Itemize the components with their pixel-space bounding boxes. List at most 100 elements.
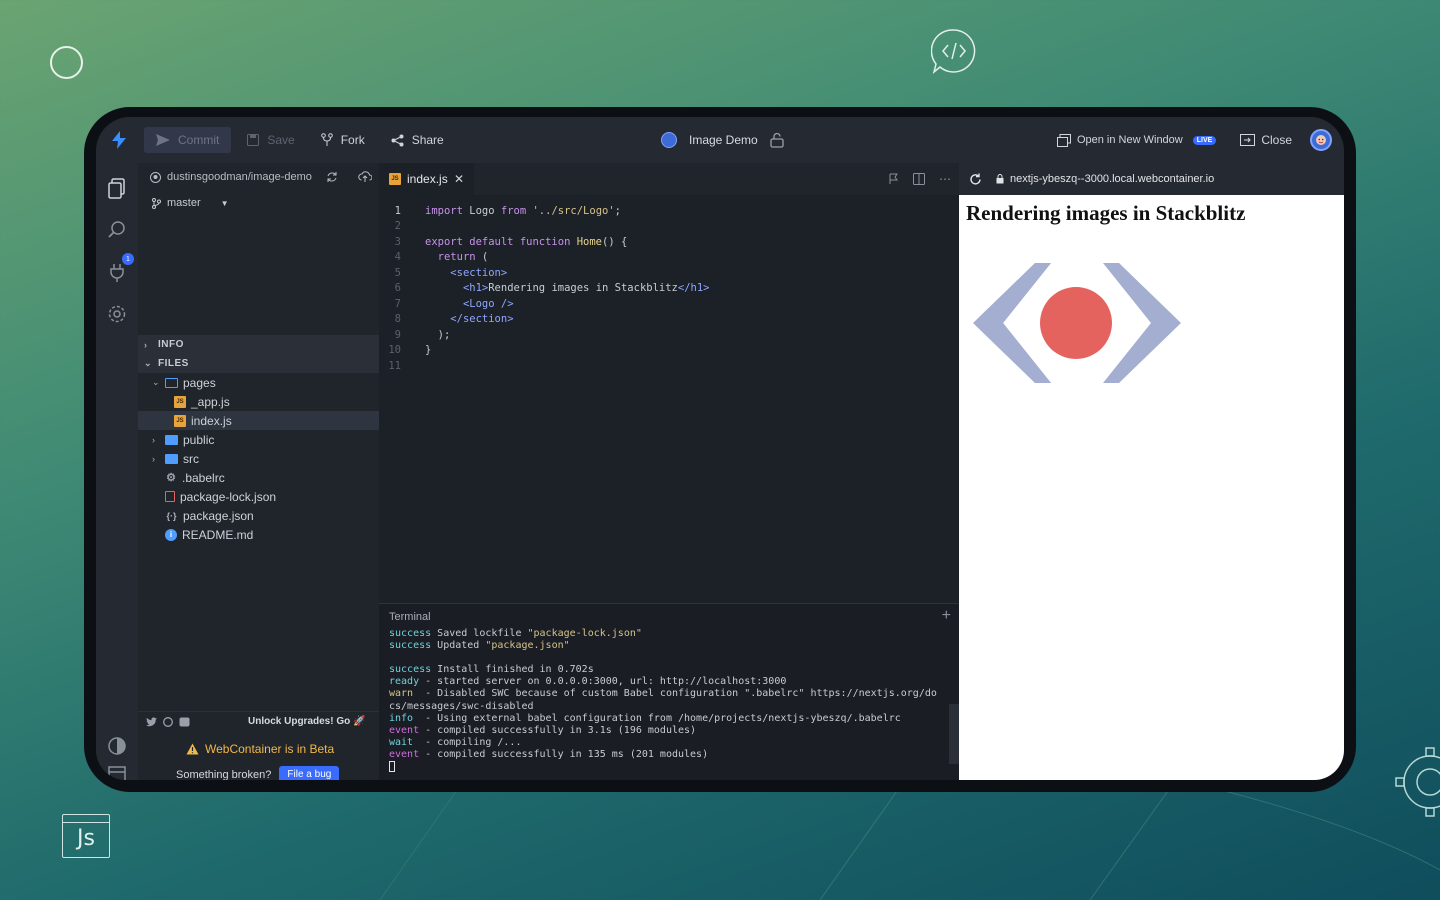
lock-icon (996, 174, 1004, 184)
gear-file-icon: ⚙ (165, 472, 177, 484)
files-icon[interactable] (106, 177, 128, 199)
twitter-icon[interactable] (146, 717, 157, 727)
code-line[interactable]: 1import Logo from '../src/Logo'; (379, 203, 959, 219)
git-diff-icon[interactable] (889, 173, 899, 185)
repo-name: dustinsgoodman/image-demo (167, 171, 312, 183)
open-new-window-button[interactable]: Open in New Window LIVE (1057, 134, 1216, 147)
top-toolbar: Commit Save Fork Share Image Demo Open i… (96, 117, 1344, 163)
code-line[interactable]: 4 return ( (379, 250, 959, 266)
chevron-down-icon: ▼ (221, 199, 229, 208)
line-number: 1 (379, 205, 425, 217)
activity-bar: 1 (96, 163, 138, 780)
chevron-down-icon: ⌄ (152, 377, 160, 388)
info-section-header[interactable]: › INFO (138, 335, 379, 354)
terminal-prompt[interactable] (389, 761, 937, 774)
tree-item-label: public (183, 433, 214, 447)
code-line[interactable]: 7 <Logo /> (379, 296, 959, 312)
close-tab-icon[interactable]: ✕ (454, 172, 464, 186)
save-label: Save (267, 133, 294, 147)
sync-icon[interactable] (326, 171, 338, 183)
tree-file-babelrc[interactable]: ⚙ .babelrc (138, 468, 379, 487)
terminal-token: Install finished in 0.702s (431, 664, 594, 675)
code-token: <h1> (463, 282, 488, 294)
project-avatar-icon (661, 132, 677, 148)
code-token: } (425, 344, 431, 356)
tree-folder-public[interactable]: › public (138, 430, 379, 449)
file-bug-button[interactable]: File a bug (279, 766, 339, 780)
code-line[interactable]: 10} (379, 343, 959, 359)
terminal-token: info (389, 713, 413, 724)
terminal-panel[interactable]: Terminal + success Saved lockfile "packa… (379, 603, 959, 780)
tree-folder-src[interactable]: › src (138, 449, 379, 468)
extensions-badge: 1 (122, 253, 134, 265)
share-button[interactable]: Share (381, 127, 454, 153)
terminal-line: success Saved lockfile "package-lock.jso… (389, 628, 937, 640)
code-lines[interactable]: 1import Logo from '../src/Logo';2 3export… (379, 203, 959, 374)
split-editor-icon[interactable] (913, 173, 925, 185)
code-token: import (425, 205, 469, 217)
unlock-icon[interactable] (770, 132, 784, 148)
line-number: 7 (379, 298, 425, 310)
tree-file-app-js[interactable]: JS _app.js (138, 392, 379, 411)
line-number: 9 (379, 329, 425, 341)
project-name[interactable]: Image Demo (689, 133, 758, 147)
terminal-scrollbar[interactable] (949, 704, 959, 764)
code-token (425, 267, 450, 279)
files-header-label: FILES (158, 358, 189, 369)
fork-button[interactable]: Fork (311, 127, 375, 153)
code-token (425, 251, 438, 263)
terminal-token: event (389, 725, 419, 736)
search-icon[interactable] (106, 219, 128, 241)
more-options-icon[interactable]: ⋯ (939, 172, 951, 186)
upgrade-banner[interactable]: Unlock Upgrades! Go 🚀 (248, 716, 365, 727)
warning-icon (186, 743, 199, 755)
terminal-cursor (389, 761, 395, 772)
tree-file-package-json[interactable]: {·} package.json (138, 506, 379, 525)
code-line[interactable]: 3export default function Home() { (379, 234, 959, 250)
settings-gear-icon[interactable] (106, 303, 128, 325)
tab-index-js[interactable]: JS index.js ✕ (379, 163, 474, 195)
stackblitz-window: Commit Save Fork Share Image Demo Open i… (96, 117, 1344, 780)
tree-folder-pages[interactable]: ⌄ pages (138, 373, 379, 392)
save-button[interactable]: Save (237, 127, 304, 153)
code-line[interactable]: 11 (379, 358, 959, 374)
line-number: 3 (379, 236, 425, 248)
code-editor[interactable]: JS index.js ✕ ⋯ 1import Logo from '../sr… (379, 163, 959, 603)
terminal-line: event - compiled successfully in 3.1s (1… (389, 725, 937, 737)
code-line[interactable]: 6 <h1>Rendering images in Stackblitz</h1… (379, 281, 959, 297)
js-badge-label: Js (63, 826, 109, 851)
code-line[interactable]: 2 (379, 219, 959, 235)
tree-file-index-js[interactable]: JS index.js (138, 411, 379, 430)
line-number: 2 (379, 220, 425, 232)
line-number: 10 (379, 344, 425, 356)
terminal-token: wait (389, 737, 413, 748)
info-file-icon: i (165, 529, 177, 541)
chevron-right-icon: › (144, 340, 152, 350)
tree-file-readme[interactable]: i README.md (138, 525, 379, 544)
code-line[interactable]: 9 ); (379, 327, 959, 343)
discord-icon[interactable] (179, 717, 190, 727)
code-line[interactable]: 8 </section> (379, 312, 959, 328)
repo-link[interactable]: dustinsgoodman/image-demo (150, 171, 372, 183)
tree-file-package-lock[interactable]: package-lock.json (138, 487, 379, 506)
theme-toggle-icon[interactable] (106, 735, 128, 757)
terminal-token: cs/messages/swc-disabled (389, 701, 534, 712)
code-token: <section> (450, 267, 507, 279)
terminal-line: cs/messages/swc-disabled (389, 701, 937, 713)
preview-url[interactable]: nextjs-ybeszq--3000.local.webcontainer.i… (996, 173, 1214, 185)
add-terminal-icon[interactable]: + (942, 607, 951, 625)
stackblitz-bolt-icon[interactable] (96, 117, 142, 163)
branch-selector[interactable]: master ▼ (152, 197, 229, 209)
terminal-line: ready - started server on 0.0.0.0:3000, … (389, 676, 937, 688)
files-section-header[interactable]: ⌄ FILES (138, 354, 379, 373)
code-bubble-icon (931, 28, 977, 74)
commit-button[interactable]: Commit (144, 127, 231, 153)
rocket-icon: 🚀 (353, 716, 365, 727)
close-button[interactable]: Close (1240, 133, 1292, 147)
cloud-upload-icon[interactable] (358, 171, 372, 183)
refresh-icon[interactable] (969, 173, 982, 186)
github-icon[interactable] (163, 717, 173, 727)
panel-toggle-icon[interactable] (106, 763, 128, 780)
code-line[interactable]: 5 <section> (379, 265, 959, 281)
user-avatar[interactable] (1310, 129, 1332, 151)
